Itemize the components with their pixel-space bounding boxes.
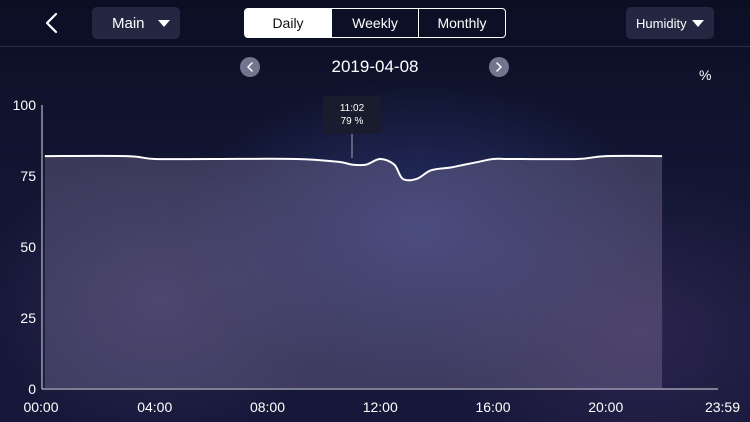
y-tick-label: 25 (20, 310, 36, 326)
y-tick-label: 75 (20, 168, 36, 184)
x-tick-label: 20:00 (588, 399, 623, 415)
x-tick-label: 23:59 (705, 399, 740, 415)
y-tick-label: 100 (13, 97, 37, 113)
x-tick-label: 08:00 (250, 399, 285, 415)
y-tick-label: 0 (28, 381, 36, 397)
x-tick-label: 16:00 (475, 399, 510, 415)
humidity-chart: 0 25 50 75 100 00:00 04:00 08:00 12:00 16:00 20:00… (13, 97, 741, 415)
x-tick-label: 12:00 (363, 399, 398, 415)
tooltip-time: 11:02 (339, 103, 365, 114)
tooltip-value: 79 % (340, 116, 364, 127)
y-tick-label: 50 (20, 239, 36, 255)
x-tick-label: 00:00 (23, 399, 58, 415)
humidity-area-fill (44, 155, 663, 389)
x-tick-label: 04:00 (137, 399, 172, 415)
chart-tooltip: 11:02 79 % (323, 96, 381, 134)
